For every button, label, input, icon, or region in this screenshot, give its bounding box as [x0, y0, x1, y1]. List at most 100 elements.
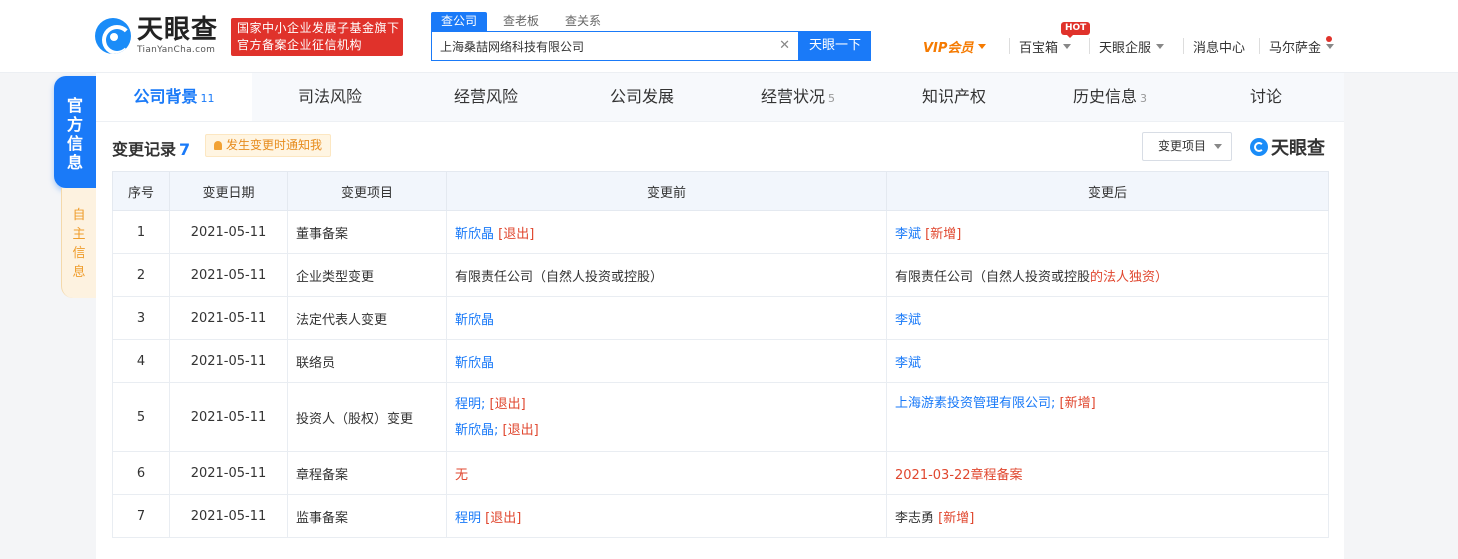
- person-link[interactable]: 程明;: [455, 397, 485, 412]
- message-center-link[interactable]: 消息中心: [1193, 36, 1245, 56]
- enterprise-menu[interactable]: 天眼企服: [1099, 36, 1165, 56]
- tab-label: 历史信息: [1072, 87, 1137, 106]
- notification-dot: [1326, 36, 1332, 42]
- vip-menu[interactable]: VIP会员: [923, 36, 987, 56]
- cell-after: 有限责任公司（自然人投资或控股的法人独资）: [886, 253, 1329, 297]
- clear-icon[interactable]: ✕: [779, 38, 790, 54]
- treasure-menu[interactable]: 百宝箱: [1019, 36, 1072, 56]
- bell-icon: [214, 141, 222, 150]
- change-records-table: 序号 变更日期 变更项目 变更前 变更后 1 2021-05-11 董事备案 靳…: [112, 171, 1329, 538]
- tab-history[interactable]: 历史信息 3: [1032, 73, 1188, 121]
- cell-date: 2021-05-11: [169, 339, 288, 383]
- status-tag: [退出]: [498, 226, 535, 242]
- cell-item: 监事备案: [287, 494, 447, 538]
- chevron-down-icon: [978, 43, 987, 49]
- brand-text: 天眼查: [1271, 138, 1325, 159]
- person-link[interactable]: 李斌: [895, 227, 921, 242]
- table-row: 2 2021-05-11 企业类型变更 有限责任公司（自然人投资或控股） 有限责…: [112, 253, 1329, 297]
- cell-no: 1: [112, 210, 170, 254]
- notify-on-change-button[interactable]: 发生变更时通知我: [205, 134, 332, 157]
- side-tab-official[interactable]: 官方信息: [54, 76, 96, 188]
- cell-item: 法定代表人变更: [287, 296, 447, 340]
- table-row: 3 2021-05-11 法定代表人变更 靳欣晶 李斌: [112, 296, 1329, 340]
- tab-label: 公司背景: [133, 87, 198, 106]
- nav-divider: [1009, 38, 1010, 54]
- notify-label: 发生变更时通知我: [226, 138, 323, 152]
- cell-after: 李斌 [新增]: [886, 210, 1329, 254]
- cell-item: 投资人（股权）变更: [287, 382, 447, 452]
- cell-date: 2021-05-11: [169, 253, 288, 297]
- status-tag: [退出]: [502, 423, 539, 438]
- side-tab-self-label: 自主信息: [72, 208, 86, 280]
- filter-label: 变更项目: [1158, 139, 1207, 153]
- tab-label: 公司发展: [609, 87, 674, 106]
- tab-legal-risk[interactable]: 司法风险: [252, 73, 408, 121]
- before-text: 无: [455, 467, 469, 483]
- search-input[interactable]: [432, 32, 762, 60]
- message-center-label: 消息中心: [1193, 40, 1246, 56]
- cell-before: 无: [446, 451, 887, 495]
- table-header-row: 序号 变更日期 变更项目 变更前 变更后: [112, 171, 1329, 211]
- person-link[interactable]: 靳欣晶;: [455, 423, 498, 438]
- logo-eye-icon: [95, 18, 131, 54]
- col-header-date: 变更日期: [169, 171, 288, 211]
- cell-before: 靳欣晶: [446, 296, 887, 340]
- tab-count: 3: [1140, 92, 1147, 105]
- company-link[interactable]: 上海游素投资管理有限公司;: [895, 396, 1055, 411]
- cell-before: 程明 [退出]: [446, 494, 887, 538]
- tab-company-development[interactable]: 公司发展: [564, 73, 720, 121]
- section-title-text: 变更记录: [112, 140, 177, 159]
- tab-search-boss[interactable]: 查老板: [493, 12, 549, 31]
- col-header-after: 变更后: [886, 171, 1329, 211]
- tab-operating-risk[interactable]: 经营风险: [408, 73, 564, 121]
- user-menu[interactable]: 马尔萨金: [1269, 36, 1335, 56]
- cell-item: 企业类型变更: [287, 253, 447, 297]
- tab-label: 经营风险: [453, 87, 518, 106]
- tab-count: 11: [200, 92, 215, 105]
- side-tab-self[interactable]: 自主信息: [61, 188, 96, 298]
- chevron-down-icon: [1063, 43, 1072, 49]
- person-link[interactable]: 李斌: [895, 313, 921, 328]
- search-box: ✕: [431, 31, 799, 61]
- tab-search-relation[interactable]: 查关系: [555, 12, 611, 31]
- logo-title: 天眼查: [137, 15, 219, 45]
- col-header-item: 变更项目: [287, 171, 447, 211]
- cell-no: 4: [112, 339, 170, 383]
- cell-before: 程明; [退出] 靳欣晶; [退出]: [446, 382, 887, 452]
- cell-after: 李斌: [886, 339, 1329, 383]
- cell-item: 章程备案: [287, 451, 447, 495]
- tab-company-background[interactable]: 公司背景 11: [96, 73, 252, 121]
- enterprise-label: 天眼企服: [1099, 40, 1152, 56]
- tab-label: 讨论: [1249, 87, 1282, 106]
- site-logo[interactable]: 天眼查 TianYanCha.com: [95, 17, 218, 55]
- top-header: 天眼查 TianYanCha.com 国家中小企业发展子基金旗下 官方备案企业征…: [0, 0, 1458, 73]
- person-link[interactable]: 靳欣晶: [455, 356, 494, 371]
- change-item-filter[interactable]: 变更项目: [1142, 132, 1232, 161]
- table-row: 5 2021-05-11 投资人（股权）变更 程明; [退出] 靳欣晶; [退出…: [112, 382, 1329, 452]
- cell-item: 联络员: [287, 339, 447, 383]
- col-header-before: 变更前: [446, 171, 887, 211]
- nav-divider: [1089, 38, 1090, 54]
- logo-domain: TianYanCha.com: [137, 45, 216, 55]
- tab-intellectual-property[interactable]: 知识产权: [876, 73, 1032, 121]
- after-text: 2021-03-22章程备案: [895, 467, 1023, 483]
- col-header-no: 序号: [112, 171, 170, 211]
- tab-label: 经营状况: [760, 87, 825, 106]
- search-button[interactable]: 天眼一下: [799, 31, 871, 61]
- hot-badge: HOT: [1061, 22, 1091, 38]
- tab-search-company[interactable]: 查公司: [431, 12, 488, 31]
- cell-no: 3: [112, 296, 170, 340]
- vip-label: VIP会员: [923, 40, 974, 56]
- person-link[interactable]: 程明: [455, 511, 481, 526]
- after-highlight: 的法人独资）: [1090, 269, 1169, 285]
- status-tag: [退出]: [489, 397, 526, 412]
- tab-discussion[interactable]: 讨论: [1188, 73, 1344, 121]
- cell-no: 5: [112, 382, 170, 452]
- person-link[interactable]: 靳欣晶: [455, 227, 494, 242]
- after-text: 有限责任公司（自然人投资或控股: [895, 269, 1091, 285]
- tab-operating-status[interactable]: 经营状况 5: [720, 73, 876, 121]
- table-row: 6 2021-05-11 章程备案 无 2021-03-22章程备案: [112, 451, 1329, 495]
- person-link[interactable]: 靳欣晶: [455, 313, 494, 328]
- person-link[interactable]: 李斌: [895, 356, 921, 371]
- cell-date: 2021-05-11: [169, 296, 288, 340]
